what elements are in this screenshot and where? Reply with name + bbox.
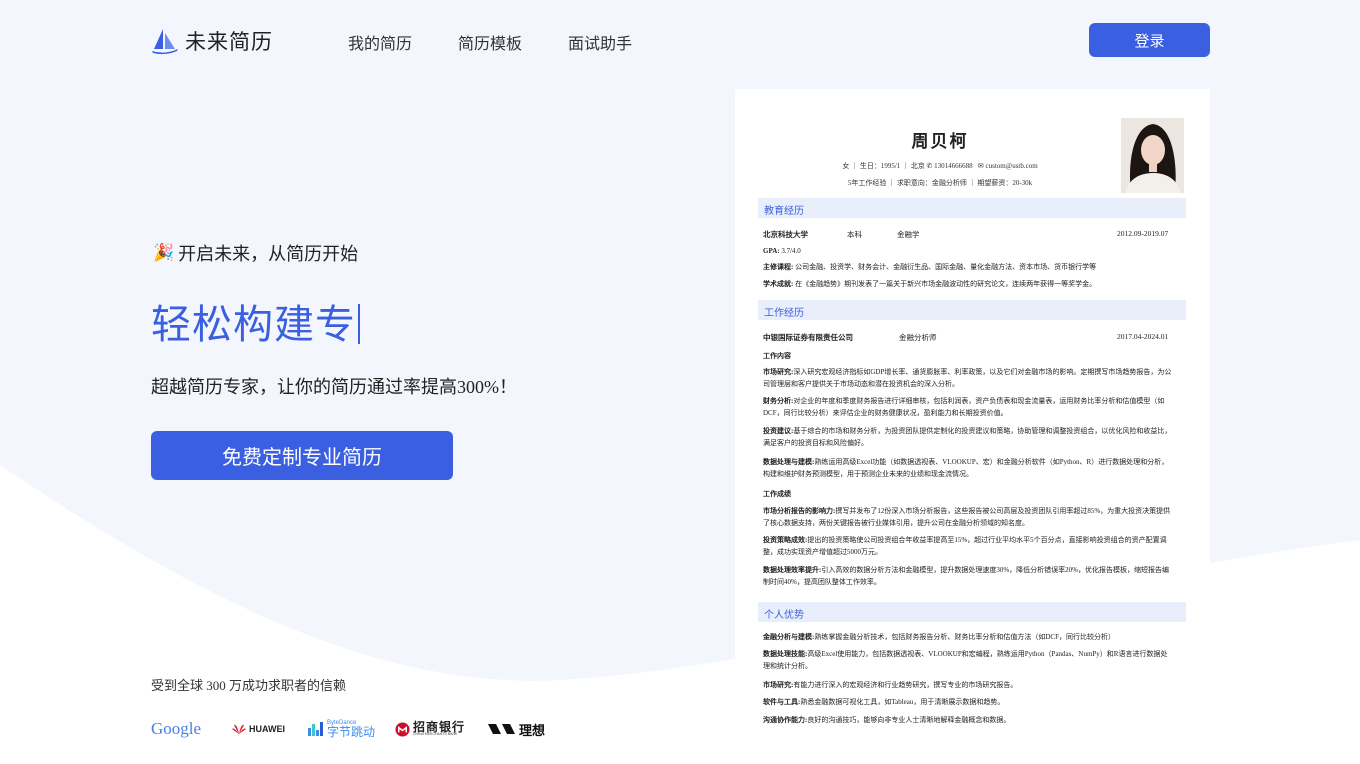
login-button[interactable]: 登录 — [1089, 23, 1210, 57]
bytedance-bars-icon — [308, 722, 323, 736]
work-company: 中银国际证券有限责任公司 — [763, 333, 853, 342]
section-education: 教育经历 — [758, 198, 1186, 218]
work-results-label: 工作成绩 — [763, 490, 791, 498]
resume-intent-line: 5年工作经验 ｜ 求职意向：金融分析师 ｜ 期望薪资：20-30k — [847, 179, 1033, 187]
work-content-label: 工作内容 — [763, 352, 791, 360]
strength-item: 沟通协作能力:良好的沟通技巧，能够向非专业人士清晰地解释金融概念和数据。 — [763, 716, 1011, 724]
resume-photo — [1121, 118, 1184, 193]
resume-preview[interactable]: 周贝柯 女 ｜ 生日：1995/1 ｜ 北京 ✆ 13014666688 ✉ c… — [735, 89, 1210, 749]
lixiang-mark-icon — [488, 724, 515, 734]
resume-name: 周贝柯 — [911, 132, 969, 151]
nav-interview-assistant[interactable]: 面试助手 — [568, 30, 632, 54]
strength-item: 软件与工具:熟悉金融数据可视化工具，如Tableau，用于清晰展示数据和趋势。 — [763, 698, 1005, 706]
section-strengths: 个人优势 — [758, 602, 1186, 622]
create-resume-button[interactable]: 免费定制专业简历 — [151, 431, 453, 480]
lixiang-logo: 理想 — [488, 718, 545, 740]
edu-gpa: GPA: 3.7/4.0 — [763, 247, 801, 255]
work-result: 数据处理效率提升:引入高效的数据分析方法和金融模型，提升数据处理速度30%，降低… — [763, 566, 1170, 586]
work-period: 2017.04-2024.01 — [1117, 332, 1169, 341]
nav-resume-templates[interactable]: 简历模板 — [458, 30, 522, 54]
strength-item: 金融分析与建模:熟练掌握金融分析技术，包括财务报告分析、财务比率分析和估值方法（… — [763, 633, 1115, 641]
hero-tagline: 🎉 开启未来，从简历开始 — [153, 240, 358, 266]
strength-item: 市场研究:有能力进行深入的宏观经济和行业趋势研究，撰写专业的市场研究报告。 — [763, 681, 1018, 689]
edu-courses: 主修课程: 公司金融、投资学、财务会计、金融衍生品、国际金融、量化金融方法、资本… — [763, 263, 1097, 271]
huawei-logo: HUAWEI — [231, 718, 285, 740]
resume-contact-line: 女 ｜ 生日：1995/1 ｜ 北京 ✆ 13014666688 ✉ custo… — [842, 162, 1038, 170]
logo-text: 未来简历 — [185, 31, 273, 54]
work-item: 数据处理与建模:熟练运用高级Excel功能（如数据透视表、VLOOKUP、宏）和… — [763, 458, 1169, 478]
edu-school: 北京科技大学 — [763, 230, 808, 239]
top-nav: 未来简历 我的简历 简历模板 面试助手 登录 — [0, 0, 1360, 80]
mail-icon: ✉ — [977, 162, 984, 170]
work-result: 投资策略成效:提出的投资策略使公司投资组合年收益率提高至15%，超过行业平均水平… — [763, 536, 1167, 556]
cmb-emblem-icon — [395, 721, 410, 737]
edu-major: 金融学 — [897, 230, 920, 239]
hero-title-text: 轻松构建专 — [151, 302, 356, 347]
hero-tagline-text: 开启未来，从简历开始 — [178, 244, 359, 264]
huawei-flower-icon — [232, 724, 246, 734]
work-result: 市场分析报告的影响力:撰写并发布了12份深入市场分析报告，这些报告被公司高层及投… — [763, 507, 1171, 527]
bytedance-logo: ByteDance 字节跳动 — [308, 718, 375, 740]
hero-title: 轻松构建专 — [151, 292, 360, 350]
work-item: 财务分析:对企业的年度和季度财务报告进行详细审核，包括利润表，资产负债表和现金流… — [763, 397, 1165, 417]
google-logo: Google — [151, 719, 202, 738]
section-work: 工作经历 — [758, 300, 1186, 320]
edu-period: 2012.09-2019.07 — [1117, 229, 1169, 238]
party-popper-icon: 🎉 — [153, 243, 175, 262]
work-role: 金融分析师 — [899, 333, 937, 342]
strength-item: 数据处理技能:高级Excel使用能力，包括数据透视表、VLOOKUP和宏编程，熟… — [763, 650, 1168, 670]
china-merchants-bank-logo: 招商银行 CHINA MERCHANTS BANK — [395, 718, 465, 740]
phone-icon: ✆ — [926, 162, 933, 170]
nav-my-resume[interactable]: 我的简历 — [348, 30, 412, 54]
hero-subtitle: 超越简历专家，让你的简历通过率提高300%！ — [151, 377, 517, 397]
sailboat-logo-icon — [152, 29, 178, 55]
trust-text: 受到全球 300 万成功求职者的信赖 — [151, 678, 347, 693]
edu-achievements: 学术成就: 在《金融趋势》期刊发表了一篇关于新兴市场金融波动性的研究论文，连续两… — [763, 280, 1097, 288]
work-item: 市场研究:深入研究宏观经济指标如GDP增长率、通货膨胀率、利率政策，以及它们对金… — [763, 368, 1172, 388]
logo[interactable]: 未来简历 — [151, 26, 273, 56]
typing-caret — [358, 304, 360, 344]
edu-degree: 本科 — [847, 230, 862, 239]
work-item: 投资建议:基于综合的市场和财务分析，为投资团队提供定制化的投资建议和策略，协助管… — [763, 427, 1172, 447]
